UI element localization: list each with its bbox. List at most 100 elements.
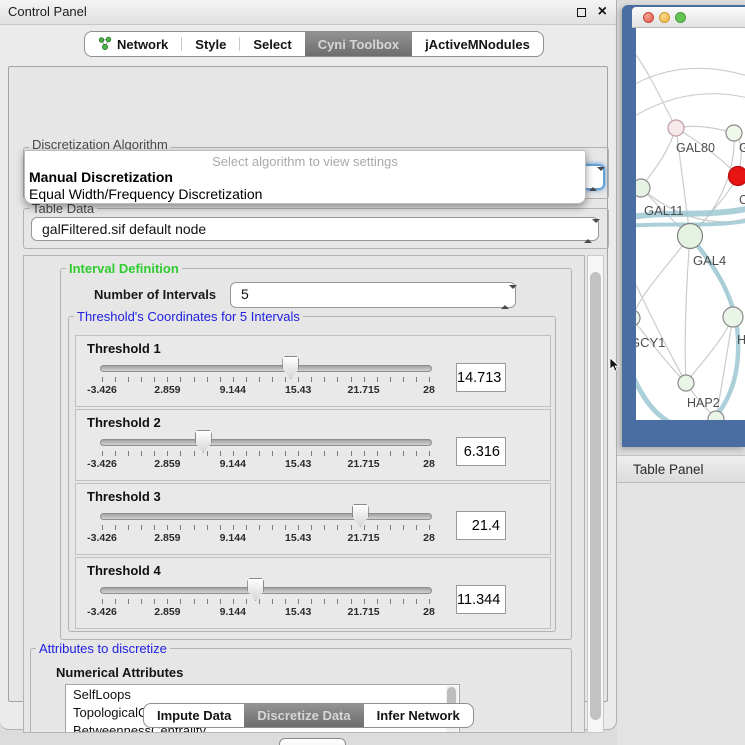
slider-tick (403, 525, 404, 530)
slider-tick (390, 525, 391, 530)
table-data-combobox[interactable]: galFiltered.sif default node (31, 217, 599, 241)
threshold-4-value-field[interactable]: 11.344 (456, 585, 506, 614)
slider-tick (377, 377, 378, 382)
slider-tick (141, 377, 142, 382)
bottom-tab-discretize-data[interactable]: Discretize Data (244, 704, 363, 727)
left-half-node[interactable] (636, 310, 640, 326)
slider-tick (128, 599, 129, 604)
right-node[interactable] (723, 307, 743, 327)
slider-tick (364, 377, 365, 382)
bottom-tab-label: Impute Data (157, 708, 231, 723)
network-window-titlebar[interactable] (632, 7, 745, 28)
threshold-2-slider-track[interactable] (100, 439, 432, 446)
edge[interactable] (636, 236, 690, 318)
threshold-2-panel: Threshold 2-3.4262.8599.14415.4321.71528… (75, 409, 551, 481)
gal4-node[interactable] (678, 224, 703, 249)
popup-item-equal-width-frequency[interactable]: Equal Width/Frequency Discretization (25, 186, 585, 203)
slider-tick (390, 377, 391, 382)
slider-tick-label: 15.43 (285, 458, 311, 470)
left-node[interactable] (636, 179, 650, 197)
slider-tick (141, 599, 142, 604)
vertical-scrollbar[interactable] (587, 255, 604, 733)
teal-edge[interactable] (636, 358, 671, 420)
slider-tick (259, 599, 260, 604)
threshold-3-slider-thumb[interactable] (352, 504, 369, 527)
slider-tick (220, 451, 221, 456)
tab-jactivemnodules[interactable]: jActiveMNodules (412, 32, 543, 56)
edge[interactable] (636, 268, 686, 383)
threshold-2-slider-thumb[interactable] (195, 430, 212, 453)
list-item-selfloops[interactable]: SelfLoops (66, 685, 459, 703)
vertical-scrollbar-thumb[interactable] (590, 272, 601, 720)
slider-tick-label: 28 (423, 458, 435, 470)
slider-tick (180, 525, 181, 530)
hap2-node[interactable] (678, 375, 694, 391)
algorithm-dropdown-popup: Select algorithm to view settings Manual… (24, 150, 586, 204)
edge[interactable] (686, 317, 733, 383)
stepper-icon (501, 289, 508, 301)
slider-tick (115, 377, 116, 382)
top-right-node[interactable] (726, 125, 742, 141)
slider-tick (220, 599, 221, 604)
number-of-intervals-combobox[interactable]: 5 (230, 282, 516, 308)
tab-style[interactable]: Style (182, 32, 239, 56)
slider-tick (298, 599, 299, 604)
edge[interactable] (690, 236, 733, 317)
table-data-combobox-value: galFiltered.sif default node (42, 221, 206, 237)
slider-tick (259, 451, 260, 456)
thresholds-group: Threshold 1-3.4262.8599.14415.4321.71528… (68, 316, 556, 632)
close-icon[interactable]: × (598, 2, 607, 22)
slider-tick (128, 451, 129, 456)
red-node[interactable] (729, 167, 745, 186)
tab-label: Cyni Toolbox (318, 37, 399, 52)
slider-tick (364, 525, 365, 530)
slider-tick (416, 451, 417, 456)
threshold-4-slider-track[interactable] (100, 587, 432, 594)
bottom-tab-impute-data[interactable]: Impute Data (144, 704, 244, 727)
bottom-tab-infer-network[interactable]: Infer Network (364, 704, 473, 727)
slider-tick (272, 599, 273, 604)
edge[interactable] (636, 94, 745, 120)
slider-tick (377, 451, 378, 456)
threshold-1-slider-thumb[interactable] (282, 356, 299, 379)
close-traffic-light-icon[interactable] (643, 12, 654, 23)
threshold-3-value-field[interactable]: 21.4 (456, 511, 506, 540)
slider-tick (154, 599, 155, 604)
cyni-toolbox-panel: Discretization Algorithm Select algorith… (8, 66, 608, 702)
edge[interactable] (641, 128, 676, 188)
table-panel-body: ⚙ ✓ ✓ shared... n YDL19...YDL1YDR27...YD… (617, 483, 745, 745)
slider-tick (351, 525, 352, 530)
threshold-1-label: Threshold 1 (87, 341, 161, 356)
gal80-node[interactable] (668, 120, 684, 136)
edge[interactable] (636, 48, 676, 128)
slider-tick-label: 9.144 (220, 384, 246, 396)
edge[interactable] (685, 236, 690, 383)
popup-hint-item[interactable]: Select algorithm to view settings (25, 151, 585, 169)
threshold-1-value-field[interactable]: 14.713 (456, 363, 506, 392)
edge[interactable] (636, 68, 745, 88)
screen: Control Panel × NetworkStyleSelectCyni T… (0, 0, 745, 745)
network-canvas[interactable]: GAL80GCGAL11GAL4GCY1HHAP2 (636, 28, 745, 420)
tab-select[interactable]: Select (240, 32, 304, 56)
node-label-g: G (739, 141, 745, 155)
threshold-4-slider-thumb[interactable] (247, 578, 264, 601)
tab-network[interactable]: Network (85, 32, 181, 56)
node-label-c: C (739, 193, 745, 207)
slider-tick (167, 451, 168, 456)
slider-tick-label: 9.144 (220, 606, 246, 618)
minimize-traffic-light-icon[interactable] (659, 12, 670, 23)
slider-tick (102, 525, 103, 530)
threshold-1-slider-track[interactable] (100, 365, 432, 372)
threshold-2-value-field[interactable]: 6.316 (456, 437, 506, 466)
edge[interactable] (636, 318, 686, 383)
interval-definition-title: Interval Definition (66, 261, 182, 276)
float-window-icon[interactable] (577, 8, 586, 17)
popup-item-manual-discretization[interactable]: Manual Discretization (25, 169, 585, 186)
tab-cyni-toolbox[interactable]: Cyni Toolbox (305, 32, 412, 56)
threshold-3-panel: Threshold 3-3.4262.8599.14415.4321.71528… (75, 483, 551, 555)
slider-tick (351, 599, 352, 604)
zoom-traffic-light-icon[interactable] (675, 12, 686, 23)
apply-button[interactable]: Apply (279, 738, 346, 745)
threshold-3-slider-track[interactable] (100, 513, 432, 520)
edge[interactable] (676, 126, 734, 133)
